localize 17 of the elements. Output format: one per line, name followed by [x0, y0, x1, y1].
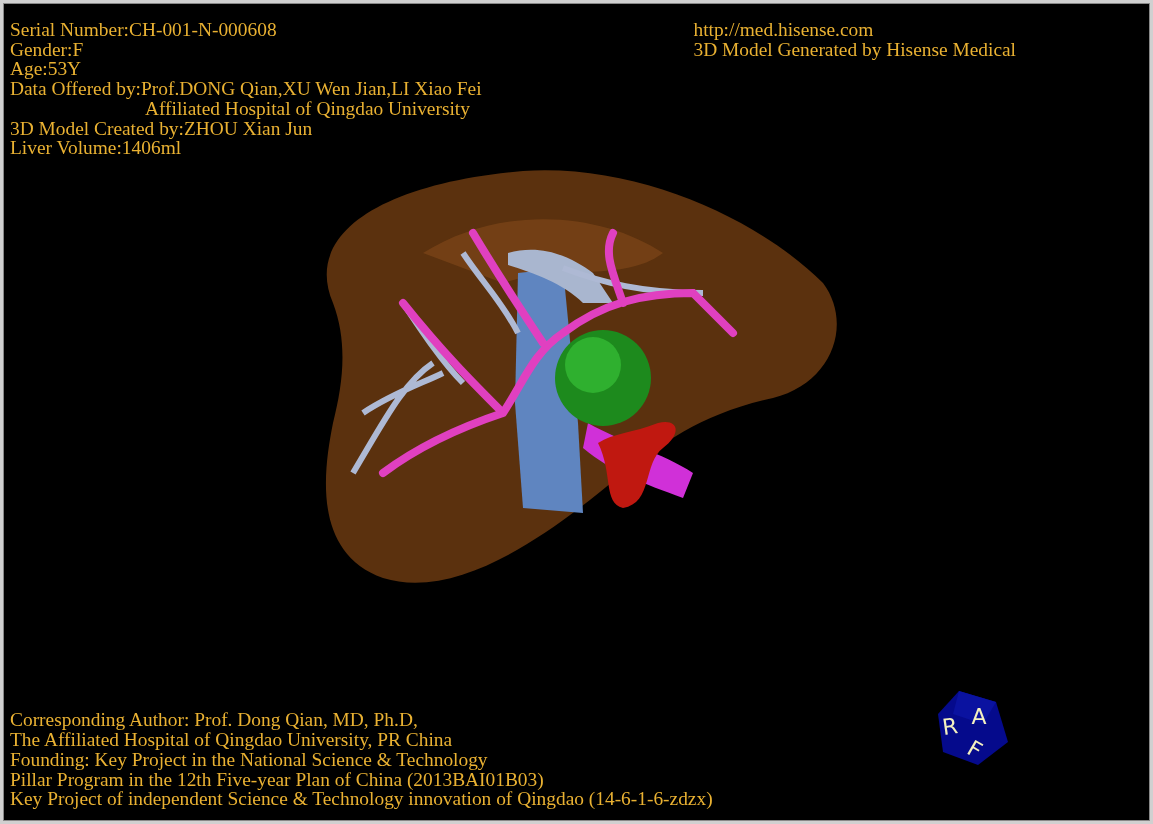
axis-letter: A: [971, 704, 987, 729]
info-text: Data Offered by:Prof.DONG Qian,XU Wen Jian,LI Xiao Fei: [10, 79, 482, 99]
info-text: Key Project of independent Science & Technology innovation of Qingdao (14-6-1-6-zdzx): [10, 789, 713, 809]
info-text: Affiliated Hospital of Qingdao University: [145, 98, 470, 119]
info-text: Age:53Y: [10, 59, 82, 80]
info-text: 3D Model Generated by Hisense Medical: [693, 39, 1016, 60]
axis-letter: F: [963, 735, 987, 764]
axis-letter: R: [940, 713, 960, 740]
info-text: 3D Model Created by:ZHOU Xian Jun: [10, 118, 313, 139]
info-text: http://med.hisense.com: [693, 20, 874, 40]
info-text: Founding: Key Project in the National Science & Technology: [10, 749, 488, 770]
info-text: The Affiliated Hospital of Qingdao University, PR China: [10, 730, 453, 750]
info-text: Corresponding Author: Prof. Dong Qian, MD, Ph.D,: [10, 710, 418, 731]
info-text: Serial Number:CH-001-N-000608: [10, 20, 277, 40]
info-text: Gender:F: [10, 39, 84, 60]
info-text: Pillar Program in the 12th Five-year Plan of China (2013BAI01B03): [10, 769, 544, 790]
info-text: Liver Volume:1406ml: [10, 138, 182, 158]
